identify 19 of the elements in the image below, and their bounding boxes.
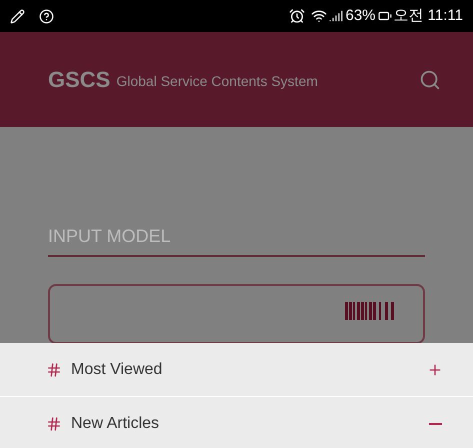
hash-icon (46, 416, 62, 432)
app-subtitle: Global Service Contents System (116, 72, 318, 91)
signal-icon (329, 9, 344, 23)
app-logo: GSCS (48, 66, 110, 94)
status-time: 오전 11:11 (394, 6, 463, 26)
alarm-icon (289, 8, 306, 24)
plus-icon (427, 362, 443, 378)
search-icon (419, 68, 441, 90)
accordion-section[interactable]: New Articles (0, 397, 473, 448)
battery-percent: 63% (345, 6, 376, 26)
accordion-section[interactable]: Most Viewed (0, 343, 473, 396)
minus-icon (429, 422, 442, 424)
pencil-icon (10, 8, 25, 24)
model-input-field[interactable]: INPUT MODEL (48, 217, 425, 257)
wifi-icon (311, 8, 328, 24)
barcode-icon (345, 302, 397, 320)
battery-icon (378, 9, 392, 23)
status-circle-icon (39, 8, 54, 24)
hash-icon (46, 362, 62, 378)
